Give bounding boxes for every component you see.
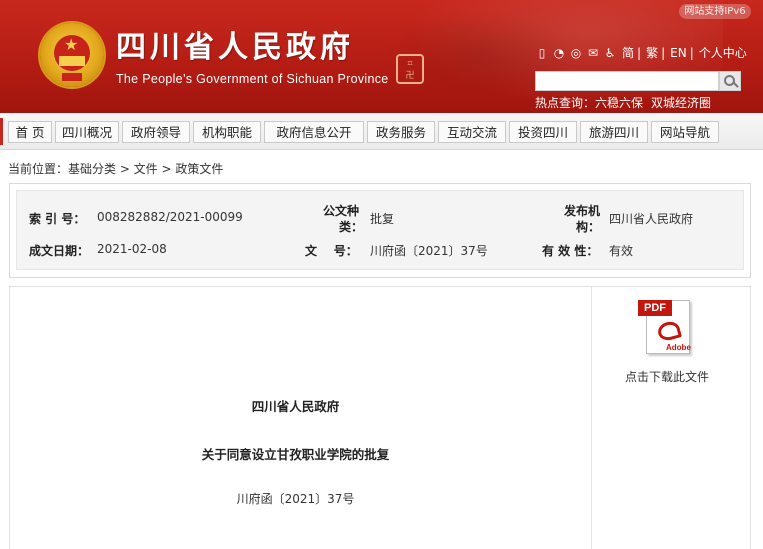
document-issuer: 四川省人民政府	[251, 399, 340, 414]
breadcrumb[interactable]: 当前位置：基础分类 > 文件 > 政策文件	[8, 160, 223, 177]
hot-search-label: 热点查询：	[535, 96, 596, 110]
emblem-star-icon: ★	[64, 35, 79, 54]
nav-info-disclosure[interactable]: 政府信息公开	[264, 121, 364, 143]
lang-separator: |	[689, 46, 694, 60]
personal-center-link[interactable]: 个人中心	[699, 46, 747, 60]
weibo-icon[interactable]: ◔	[552, 46, 566, 60]
nav-leaders[interactable]: 政府领导	[122, 121, 190, 143]
pdf-tag: PDF	[638, 300, 672, 316]
search-icon-handle	[733, 82, 739, 88]
lang-separator: |	[637, 46, 642, 60]
mobile-icon[interactable]: ▯	[535, 46, 549, 60]
accessibility-icon[interactable]: ♿	[603, 46, 617, 60]
docno-value: 川府函〔2021〕37号	[370, 244, 488, 258]
adobe-label: Adobe	[666, 343, 691, 352]
lang-english[interactable]: EN	[670, 46, 687, 60]
emblem-ribbon	[62, 73, 82, 81]
category-label: 公文种	[323, 204, 360, 218]
nav-sichuan-overview[interactable]: 四川概况	[55, 121, 119, 143]
main-nav: 首 页 四川概况 政府领导 机构职能 政府信息公开 政务服务 互动交流 投资四川…	[0, 113, 763, 150]
content-divider	[591, 287, 592, 549]
ipv6-badge: 网站支持IPv6	[679, 4, 751, 19]
nav-site-map[interactable]: 网站导航	[651, 121, 719, 143]
emblem-gate	[59, 56, 85, 66]
validity-label: 有 效 性：	[542, 244, 599, 258]
wechat-icon[interactable]: ◎	[569, 46, 583, 60]
nav-list: 首 页 四川概况 政府领导 机构职能 政府信息公开 政务服务 互动交流 投资四川…	[8, 121, 722, 143]
lang-separator: |	[661, 46, 666, 60]
document-info-panel: 索 引 号： 008282882/2021-00099 公文种 类： 批复 发布…	[16, 190, 744, 270]
lang-traditional[interactable]: 繁	[646, 46, 658, 60]
nav-home[interactable]: 首 页	[8, 121, 52, 143]
nav-interaction[interactable]: 互动交流	[438, 121, 506, 143]
search-box	[535, 71, 719, 91]
hot-item[interactable]: 六稳六保	[595, 96, 643, 110]
search-input[interactable]	[536, 72, 718, 90]
issuer-value: 四川省人民政府	[609, 212, 694, 226]
lang-simplified[interactable]: 简	[622, 46, 634, 60]
nav-accent	[0, 118, 3, 145]
header-toolbar: ▯ ◔ ◎ ✉ ♿ 简 | 繁 | EN | 个人中心	[535, 45, 747, 61]
nav-institutions[interactable]: 机构职能	[193, 121, 261, 143]
validity-value: 有效	[609, 244, 634, 258]
index-value: 008282882/2021-00099	[97, 210, 243, 224]
download-link[interactable]: 点击下载此文件	[625, 368, 709, 385]
category-value: 批复	[370, 212, 395, 226]
site-title[interactable]: 四川省人民政府	[116, 30, 354, 66]
document-info-box: 索 引 号： 008282882/2021-00099 公文种 类： 批复 发布…	[9, 183, 751, 278]
national-emblem-icon[interactable]: ★	[40, 23, 104, 87]
message-icon[interactable]: ✉	[586, 46, 600, 60]
hot-item[interactable]: 双城经济圈	[651, 96, 711, 110]
category-label-2: 类：	[339, 220, 364, 234]
hot-search: 热点查询：六稳六保 双城经济圈	[535, 96, 719, 111]
nav-services[interactable]: 政务服务	[367, 121, 435, 143]
date-value: 2021-02-08	[97, 242, 167, 256]
site-subtitle: The People’s Government of Sichuan Provi…	[116, 72, 389, 86]
search-button[interactable]	[719, 71, 741, 91]
nav-tourism[interactable]: 旅游四川	[580, 121, 648, 143]
docno-label: 文 号：	[305, 244, 358, 258]
date-label: 成文日期：	[29, 244, 90, 258]
issuer-label-2: 构：	[576, 220, 601, 234]
index-label: 索 引 号：	[29, 212, 86, 226]
document-title: 关于同意设立甘孜职业学院的批复	[201, 447, 390, 462]
issuer-label: 发布机	[564, 204, 601, 218]
nav-invest[interactable]: 投资四川	[509, 121, 577, 143]
seal-logo-icon: ⌗ 卍	[396, 54, 424, 84]
pdf-download-icon[interactable]: PDF Adobe	[638, 298, 696, 356]
document-number: 川府函〔2021〕37号	[236, 492, 355, 506]
